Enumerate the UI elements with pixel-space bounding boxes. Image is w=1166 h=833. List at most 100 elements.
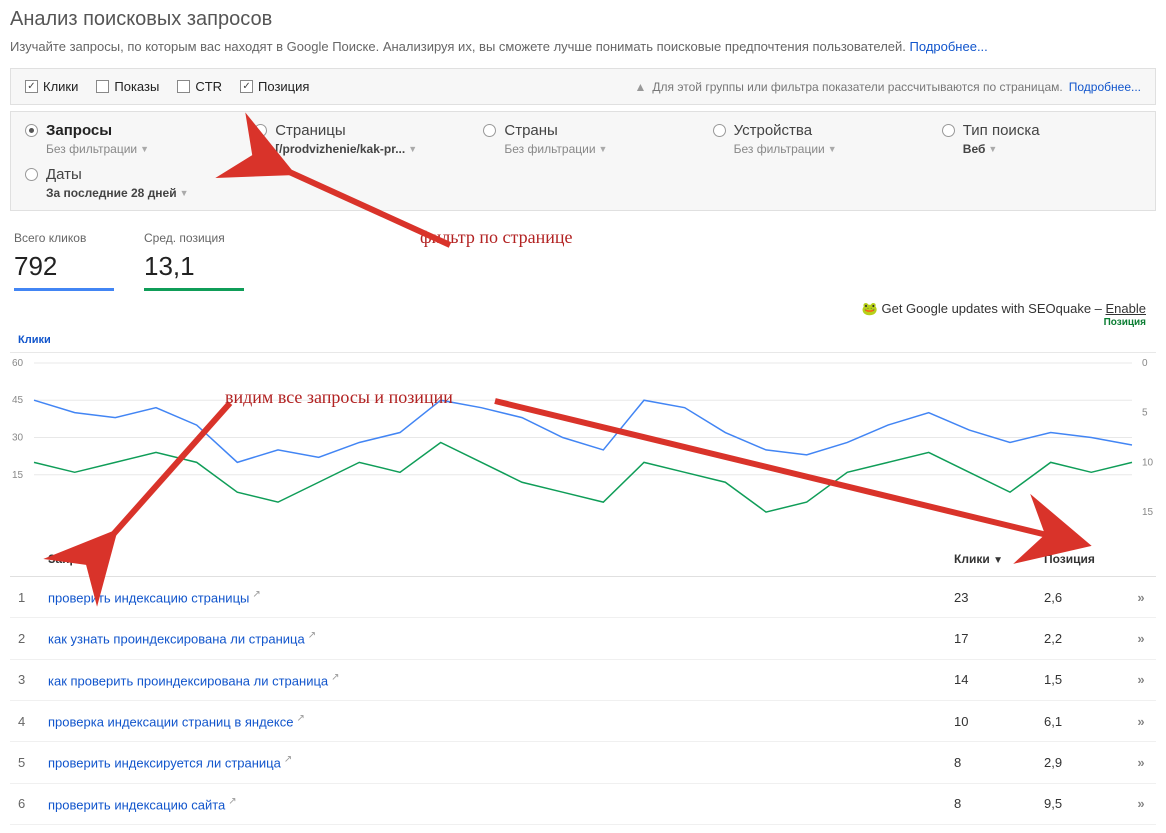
radio-icon (25, 168, 38, 181)
chevron-down-icon: ▼ (408, 144, 417, 154)
metric-impressions[interactable]: Показы (96, 79, 159, 94)
svg-text:5: 5 (1142, 408, 1148, 419)
filter-queries[interactable]: Запросы Без фильтрации▼ (25, 122, 224, 156)
row-position: 2,2 (1036, 618, 1126, 659)
subtitle: Изучайте запросы, по которым вас находят… (10, 39, 1156, 54)
row-clicks: 8 (946, 742, 1036, 783)
chevron-down-icon: ▼ (599, 144, 608, 154)
query-link[interactable]: проверить индексируется ли страница (48, 756, 281, 771)
query-link[interactable]: проверка индексации страниц в яндексе (48, 714, 293, 729)
row-position: 2,9 (1036, 742, 1126, 783)
row-index: 5 (10, 742, 40, 783)
row-position: 9,5 (1036, 783, 1126, 824)
table-row: 2как узнать проиндексирована ли страница… (10, 618, 1156, 659)
metric-ctr[interactable]: CTR (177, 79, 222, 94)
query-link[interactable]: как узнать проиндексирована ли страница (48, 632, 305, 647)
table-row: 5проверить индексируется ли страница↗82,… (10, 742, 1156, 783)
table-row: 1проверить индексацию страницы↗232,6» (10, 577, 1156, 618)
row-index: 4 (10, 700, 40, 741)
table-row: 4проверка индексации страниц в яндексе↗1… (10, 700, 1156, 741)
stat-position: Сред. позиция 13,1 (144, 231, 244, 291)
row-clicks: 23 (946, 577, 1036, 618)
row-expand[interactable]: » (1126, 742, 1156, 783)
query-link[interactable]: как проверить проиндексирована ли страни… (48, 673, 328, 688)
query-link[interactable]: проверить индексацию страницы (48, 590, 249, 605)
row-index: 1 (10, 577, 40, 618)
metric-clicks[interactable]: Клики (25, 79, 78, 94)
row-query: проверить индексируется ли страница↗ (40, 742, 946, 783)
external-link-icon[interactable]: ↗ (308, 630, 316, 641)
row-index: 2 (10, 618, 40, 659)
queries-table: Запросы Клики ▼ Позиция 1проверить индек… (10, 542, 1156, 825)
chevron-down-icon: ▼ (988, 144, 997, 154)
svg-text:10: 10 (1142, 457, 1154, 468)
row-clicks: 8 (946, 783, 1036, 824)
row-expand[interactable]: » (1126, 700, 1156, 741)
filter-searchtype[interactable]: Тип поиска Веб▼ (942, 122, 1141, 156)
external-link-icon[interactable]: ↗ (331, 672, 339, 683)
metrics-panel: Клики Показы CTR Позиция ▲ Для этой груп… (10, 68, 1156, 105)
row-expand[interactable]: » (1126, 783, 1156, 824)
row-clicks: 10 (946, 700, 1036, 741)
filter-devices[interactable]: Устройства Без фильтрации▼ (713, 122, 912, 156)
chevron-down-icon: ▼ (828, 144, 837, 154)
seoquake-enable[interactable]: Enable (1106, 301, 1146, 316)
th-position[interactable]: Позиция (1036, 542, 1126, 577)
metric-position[interactable]: Позиция (240, 79, 309, 94)
row-query: как узнать проиндексирована ли страница↗ (40, 618, 946, 659)
more-link[interactable]: Подробнее... (910, 39, 988, 54)
metrics-note: ▲ Для этой группы или фильтра показатели… (635, 80, 1141, 94)
external-link-icon[interactable]: ↗ (284, 754, 292, 765)
seoquake-banner: 🐸 Get Google updates with SEOquake – Ena… (10, 297, 1156, 332)
metrics-note-link[interactable]: Подробнее... (1069, 80, 1141, 94)
svg-text:45: 45 (12, 395, 24, 406)
table-row: 3 как проверить проиндексирована ли стран… (10, 659, 1156, 700)
stat-clicks: Всего кликов 792 (14, 231, 114, 291)
row-query: проверить индексацию сайта↗ (40, 783, 946, 824)
th-queries[interactable]: Запросы (40, 542, 946, 577)
chart: видим все запросы и позиции 60 45 30 15 0 5 1… (10, 352, 1156, 522)
seoquake-icon: 🐸 (862, 301, 878, 316)
row-position: 6,1 (1036, 700, 1126, 741)
chevron-down-icon: ▼ (180, 188, 189, 198)
page-title: Анализ поисковых запросов (10, 8, 1156, 31)
sort-desc-icon: ▼ (993, 555, 1003, 566)
radio-icon (942, 124, 955, 137)
row-expand[interactable]: » (1126, 659, 1156, 700)
th-clicks[interactable]: Клики ▼ (946, 542, 1036, 577)
warning-icon: ▲ (635, 80, 647, 94)
chart-svg: 60 45 30 15 0 5 10 15 (10, 353, 1156, 522)
chevron-down-icon: ▼ (140, 144, 149, 154)
row-query: проверить индексацию страницы↗ (40, 577, 946, 618)
svg-text:15: 15 (1142, 507, 1154, 518)
row-expand[interactable]: » (1126, 577, 1156, 618)
query-link[interactable]: проверить индексацию сайта (48, 797, 225, 812)
svg-text:60: 60 (12, 358, 24, 369)
annotation-filter: фильтр по странице (420, 227, 572, 248)
external-link-icon[interactable]: ↗ (228, 796, 236, 807)
svg-text:0: 0 (1142, 358, 1148, 369)
chart-legend-clicks: Клики (14, 332, 1160, 348)
filter-countries[interactable]: Страны Без фильтрации▼ (483, 122, 682, 156)
radio-icon (483, 124, 496, 137)
filters-panel: Запросы Без фильтрации▼ Страницы [/prodv… (10, 111, 1156, 211)
row-position: 1,5 (1036, 659, 1126, 700)
annotation-queries: видим все запросы и позиции (225, 387, 453, 408)
row-query: проверка индексации страниц в яндексе↗ (40, 700, 946, 741)
external-link-icon[interactable]: ↗ (296, 713, 304, 724)
row-expand[interactable]: » (1126, 618, 1156, 659)
row-clicks: 14 (946, 659, 1036, 700)
row-query: как проверить проиндексирована ли страни… (40, 659, 946, 700)
svg-text:15: 15 (12, 470, 24, 481)
filter-dates[interactable]: Даты За последние 28 дней▼ (25, 166, 224, 200)
row-position: 2,6 (1036, 577, 1126, 618)
row-clicks: 17 (946, 618, 1036, 659)
table-row: 6проверить индексацию сайта↗89,5» (10, 783, 1156, 824)
svg-text:30: 30 (12, 433, 24, 444)
external-link-icon[interactable]: ↗ (252, 589, 260, 600)
radio-icon (254, 124, 267, 137)
filter-pages[interactable]: Страницы [/prodvizhenie/kak-pr...▼ (254, 122, 453, 156)
row-index: 6 (10, 783, 40, 824)
row-index: 3 (10, 659, 40, 700)
radio-icon (25, 124, 38, 137)
